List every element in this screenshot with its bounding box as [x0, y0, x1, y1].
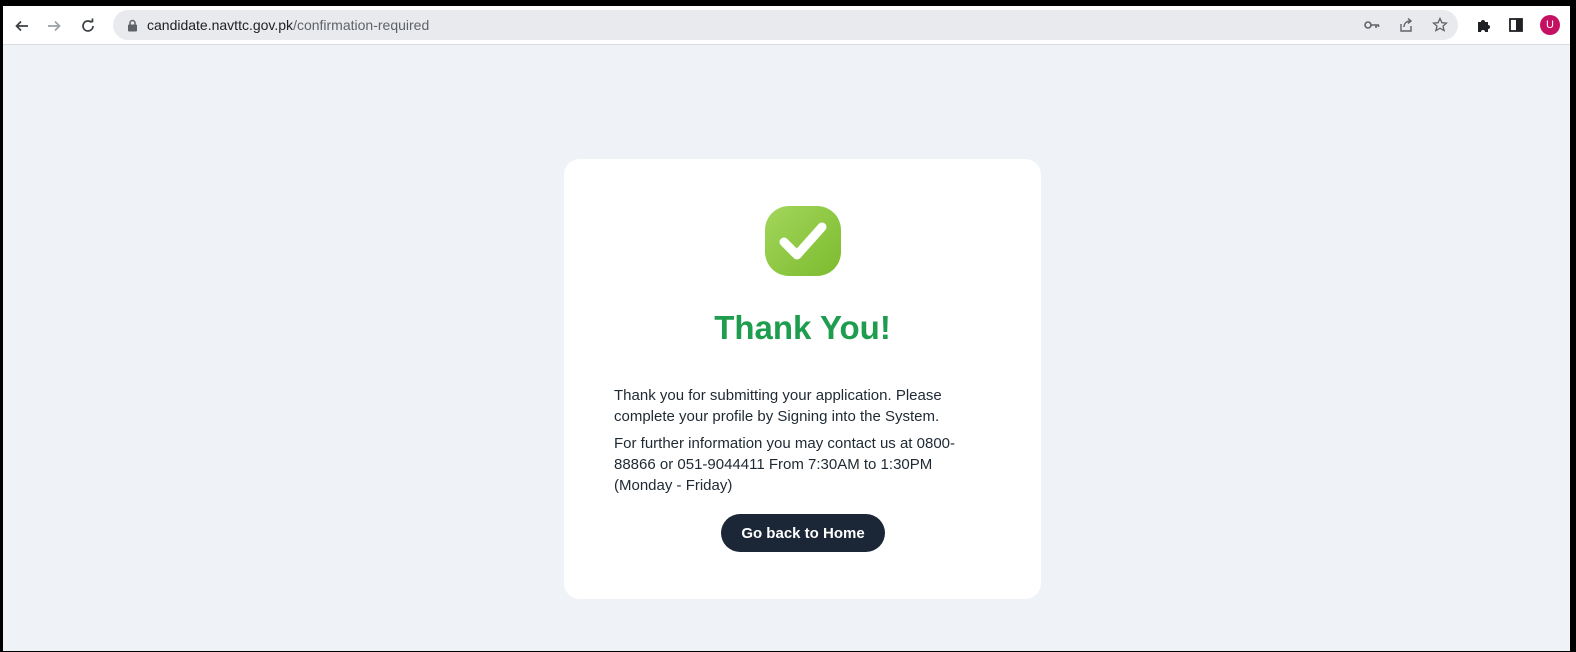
puzzle-icon[interactable] [1473, 14, 1495, 36]
confirmation-message: Thank you for submitting your applicatio… [614, 387, 942, 425]
reload-icon[interactable] [77, 15, 99, 37]
profile-avatar[interactable]: U [1540, 15, 1560, 35]
back-arrow-icon[interactable] [11, 15, 33, 37]
browser-toolbar: candidate.navttc.gov.pk/confirmation-req… [3, 6, 1570, 45]
url-text: candidate.navttc.gov.pk/confirmation-req… [147, 17, 429, 33]
address-bar-actions [1362, 10, 1450, 40]
lock-icon[interactable] [125, 18, 139, 32]
share-icon[interactable] [1396, 15, 1416, 35]
page-title: Thank You! [714, 309, 891, 346]
checkmark-icon [765, 206, 841, 276]
forward-arrow-icon[interactable] [43, 15, 65, 37]
side-panel-icon[interactable] [1505, 14, 1527, 36]
confirmation-card: Thank You! Thank you for submitting your… [564, 159, 1041, 599]
key-icon[interactable] [1362, 15, 1382, 35]
star-icon[interactable] [1430, 15, 1450, 35]
url-host: candidate.navttc.gov.pk [147, 17, 294, 33]
address-bar[interactable]: candidate.navttc.gov.pk/confirmation-req… [113, 10, 1458, 40]
browser-window: candidate.navttc.gov.pk/confirmation-req… [3, 6, 1570, 651]
contact-info: For further information you may contact … [614, 435, 955, 494]
url-path: /confirmation-required [293, 17, 430, 33]
go-home-button[interactable]: Go back to Home [721, 514, 885, 552]
